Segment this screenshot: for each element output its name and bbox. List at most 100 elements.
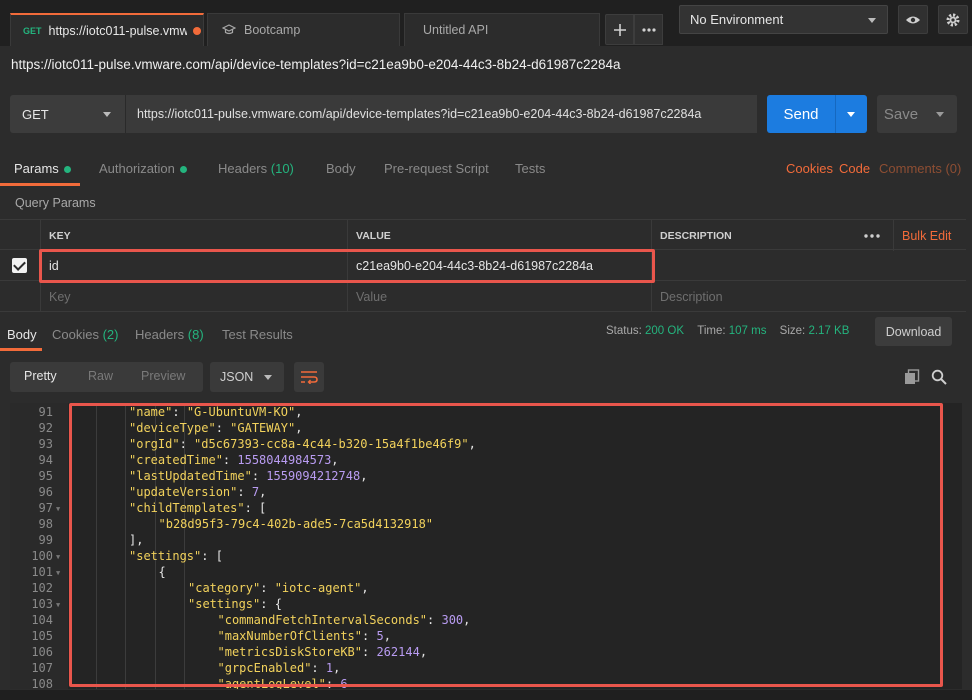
url-input[interactable]: https://iotc011-pulse.vmware.com/api/dev… [125, 95, 757, 133]
chevron-down-icon [264, 375, 272, 380]
plus-icon [613, 23, 626, 36]
status-value: 200 OK [645, 325, 685, 337]
line-number: 107 [31, 661, 53, 675]
highlight-box-response [69, 403, 943, 687]
fold-toggle-icon[interactable]: ▼ [56, 569, 60, 577]
column-header-description: DESCRIPTION [651, 220, 856, 251]
line-number: 93 [38, 437, 53, 451]
tab-response-cookies-label: Cookies [52, 327, 99, 342]
line-number: 98 [38, 517, 53, 531]
tab-authorization[interactable]: Authorization [99, 161, 187, 176]
tab-prerequest-script[interactable]: Pre-request Script [384, 161, 489, 176]
column-header-value: VALUE [347, 220, 651, 251]
tab-params-label: Params [14, 161, 59, 176]
line-number: 108 [31, 677, 53, 689]
size-label: Size: [779, 325, 806, 337]
tab-response-body[interactable]: Body [7, 327, 37, 342]
search-icon [931, 369, 947, 385]
line-number: 97 [38, 501, 53, 515]
save-button[interactable]: Save [877, 95, 957, 133]
tab-bootcamp[interactable]: Bootcamp [207, 13, 400, 46]
method-label: GET [22, 106, 49, 122]
view-raw-button[interactable]: Raw [88, 369, 113, 383]
method-select[interactable]: GET [10, 95, 125, 133]
tab-body[interactable]: Body [326, 161, 356, 176]
param-enabled-cell [0, 281, 40, 312]
table-header-row: KEY VALUE DESCRIPTION Bulk Edit [0, 219, 966, 251]
view-mode-group: Pretty Raw Preview [10, 362, 203, 392]
active-dot-icon [63, 166, 71, 174]
tab-test-results[interactable]: Test Results [222, 327, 293, 342]
tab-tests[interactable]: Tests [515, 161, 545, 176]
response-status-line: Status: 200 OK Time: 107 ms Size: 2.17 K… [606, 325, 849, 337]
unsaved-dot-icon [192, 26, 201, 35]
request-tabs: Params Authorization Headers (10) Body P… [0, 150, 972, 186]
line-number: 106 [31, 645, 53, 659]
format-label: JSON [220, 370, 254, 384]
wrap-lines-button[interactable] [294, 362, 324, 392]
param-description-input[interactable] [651, 250, 966, 281]
tab-response-cookies[interactable]: Cookies (2) [52, 327, 118, 342]
save-label: Save [883, 105, 919, 123]
send-button[interactable]: Send [767, 95, 867, 133]
new-tab-button[interactable] [605, 14, 634, 45]
new-key-input[interactable]: Key [40, 281, 347, 312]
more-horizontal-icon [641, 27, 656, 32]
tab-label: https://iotc011-pulse.vmwa [48, 23, 187, 38]
environment-quick-look-button[interactable] [898, 5, 928, 34]
tab-params[interactable]: Params [14, 161, 71, 176]
fold-toggle-icon[interactable]: ▼ [56, 553, 60, 561]
tab-response-headers[interactable]: Headers (8) [135, 327, 204, 342]
tab-bar: GET https://iotc011-pulse.vmwa Bootcamp … [0, 0, 972, 46]
comments-link[interactable]: Comments (0) [879, 161, 961, 176]
param-checkbox[interactable] [12, 258, 27, 273]
view-pretty-button[interactable]: Pretty [24, 369, 57, 383]
fold-toggle-icon[interactable]: ▼ [56, 505, 60, 513]
fold-toggle-icon[interactable]: ▼ [56, 601, 60, 609]
column-header-key: KEY [40, 220, 347, 251]
tab-method: GET [23, 25, 42, 36]
line-number: 102 [31, 581, 53, 595]
gear-icon [946, 13, 960, 26]
download-button[interactable]: Download [875, 317, 952, 346]
tab-response-headers-count: (8) [187, 327, 204, 342]
copy-button[interactable] [904, 369, 920, 385]
tab-authorization-label: Authorization [99, 161, 175, 176]
line-number: 100 [31, 549, 53, 563]
active-dot-icon [179, 166, 187, 174]
chevron-down-icon [868, 18, 876, 23]
tab-label: Bootcamp [244, 23, 301, 37]
chevron-down-icon[interactable] [847, 111, 855, 117]
new-description-input[interactable]: Description [651, 281, 966, 312]
tab-options-button[interactable] [634, 14, 663, 45]
graduation-cap-icon [222, 24, 236, 35]
search-button[interactable] [931, 369, 947, 385]
line-number: 104 [31, 613, 53, 627]
settings-button[interactable] [938, 5, 968, 34]
line-number: 94 [38, 453, 53, 467]
send-label: Send [783, 105, 819, 123]
table-options-button[interactable] [856, 220, 890, 251]
tab-headers[interactable]: Headers (10) [218, 161, 294, 176]
tab-request-active[interactable]: GET https://iotc011-pulse.vmwa [10, 13, 204, 46]
tab-label: Untitled API [423, 23, 489, 37]
format-select[interactable]: JSON [210, 362, 284, 392]
bulk-edit-link[interactable]: Bulk Edit [893, 220, 966, 251]
tab-body-label: Body [326, 161, 356, 176]
tab-headers-label: Headers [218, 161, 268, 176]
eye-icon [906, 16, 920, 23]
line-number: 96 [38, 485, 53, 499]
query-params-title: Query Params [15, 196, 96, 210]
line-number: 92 [38, 421, 53, 435]
chevron-down-icon[interactable] [936, 111, 944, 117]
divider [835, 95, 836, 133]
environment-select[interactable]: No Environment [679, 5, 888, 34]
view-preview-button[interactable]: Preview [141, 369, 185, 383]
table-row-empty: Key Value Description [0, 281, 966, 312]
line-number: 101 [31, 565, 53, 579]
new-value-input[interactable]: Value [347, 281, 651, 312]
code-link[interactable]: Code [839, 161, 870, 176]
tab-untitled-api[interactable]: Untitled API [404, 13, 600, 46]
cookies-link[interactable]: Cookies [786, 161, 833, 176]
chevron-down-icon [103, 112, 111, 117]
